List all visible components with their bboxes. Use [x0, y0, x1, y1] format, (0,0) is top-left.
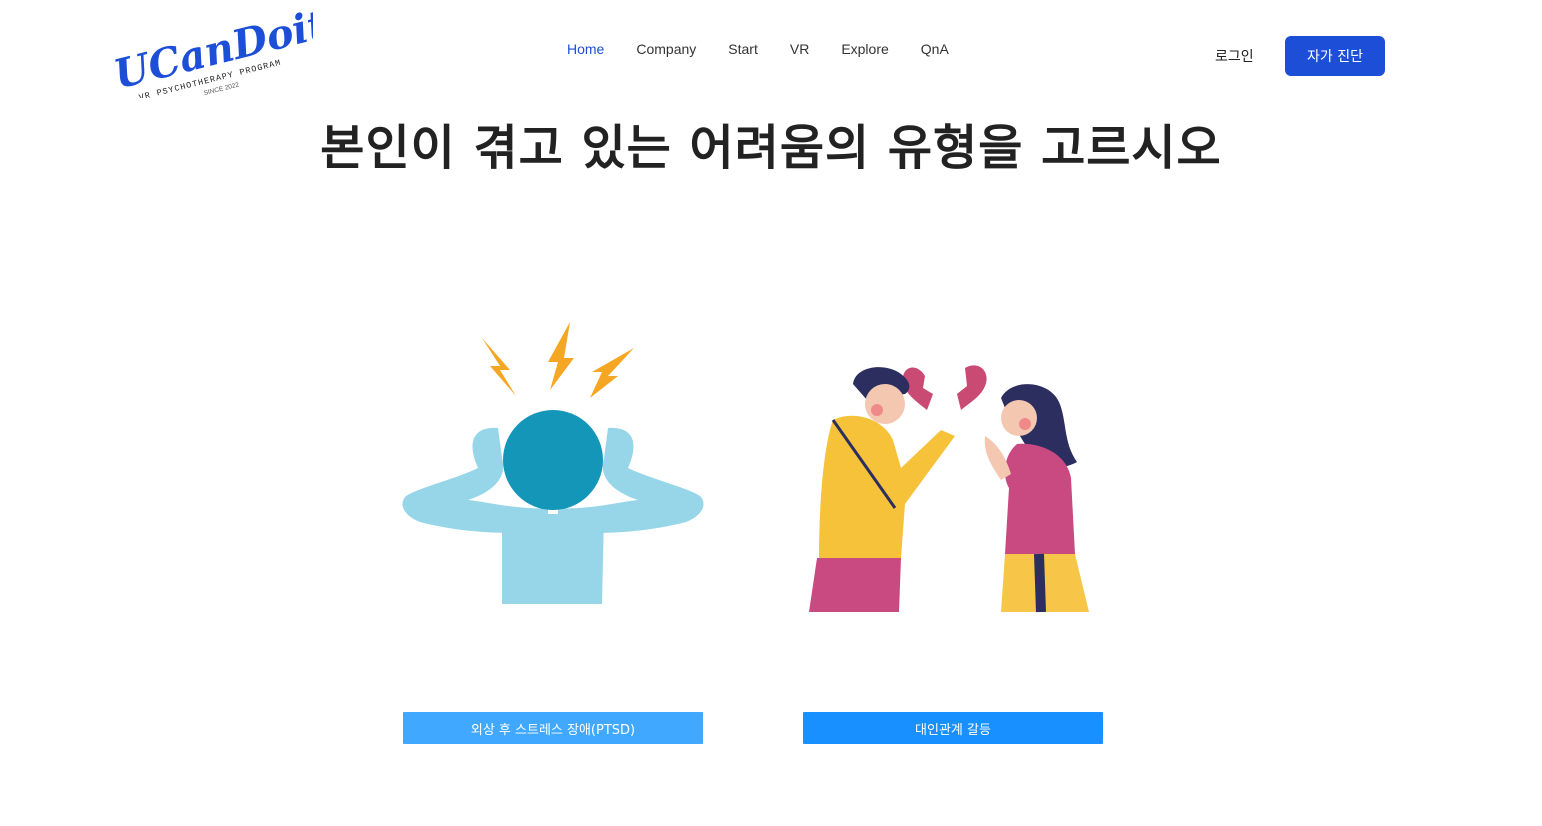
nav-company[interactable]: Company: [636, 41, 696, 57]
option-relationship-conflict-button[interactable]: 대인관계 갈등: [803, 712, 1103, 744]
self-diagnosis-button[interactable]: 자가 진단: [1285, 36, 1385, 76]
brand-logo[interactable]: UCanDoit! VR PSYCHOTHERAPY PROGRAM SINCE…: [108, 6, 313, 98]
nav-qna[interactable]: QnA: [921, 41, 949, 57]
head-shape: [503, 410, 603, 510]
lightning-bolt-left: [482, 338, 516, 396]
lightning-bolt-right: [590, 348, 634, 398]
login-link[interactable]: 로그인: [1215, 46, 1254, 66]
option-ptsd-button[interactable]: 외상 후 스트레스 장애(PTSD): [403, 712, 703, 744]
lightning-bolt-center: [548, 322, 574, 390]
nav-home[interactable]: Home: [567, 41, 604, 57]
main-nav: Home Company Start VR Explore QnA: [567, 41, 981, 57]
nav-explore[interactable]: Explore: [841, 41, 888, 57]
stressed-person-illustration[interactable]: [398, 318, 708, 613]
nav-start[interactable]: Start: [728, 41, 758, 57]
arguing-couple-illustration[interactable]: [805, 358, 1095, 614]
page-title: 본인이 겪고 있는 어려움의 유형을 고르시오: [320, 120, 1222, 176]
nav-vr[interactable]: VR: [790, 41, 809, 57]
